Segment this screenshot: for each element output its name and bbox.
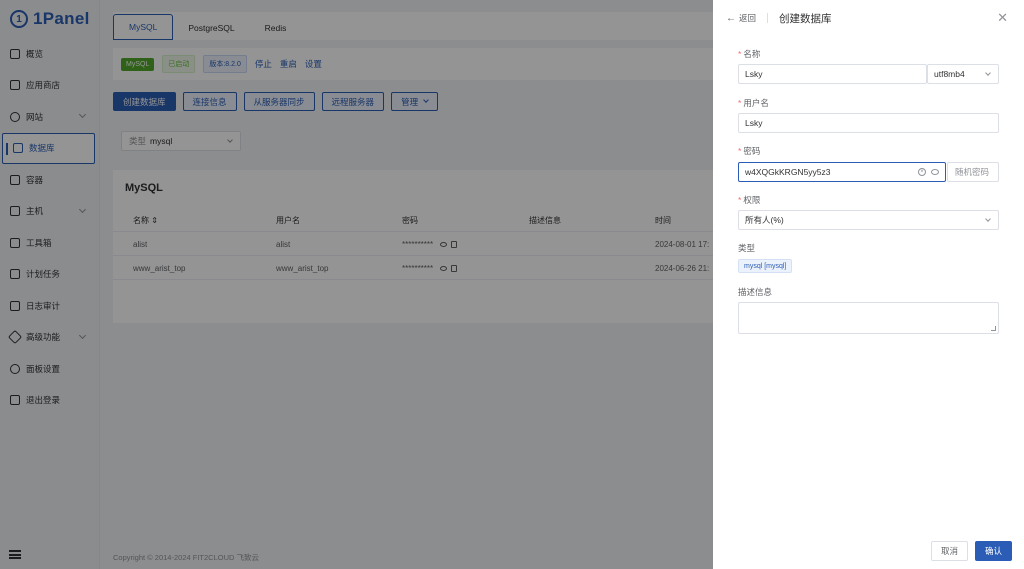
name-label-text: 名称 bbox=[743, 49, 761, 59]
password-label-text: 密码 bbox=[743, 146, 761, 156]
header-divider bbox=[767, 13, 768, 23]
type-badge: mysql [mysql] bbox=[738, 259, 793, 273]
username-label: * 用户名 bbox=[738, 98, 769, 108]
name-input[interactable]: Lsky bbox=[738, 64, 927, 84]
chevron-down-icon bbox=[985, 70, 991, 76]
clear-icon[interactable]: × bbox=[918, 168, 926, 176]
password-value: w4XQGkKRGN5yy5z3 bbox=[745, 167, 831, 177]
create-database-drawer: ← 返回 创建数据库 ✕ * 名称 Lsky utf8mb4 * 用户名 Lsky *… bbox=[713, 0, 1024, 569]
permission-label-text: 权限 bbox=[743, 195, 761, 205]
name-label: * 名称 bbox=[738, 49, 761, 59]
charset-value: utf8mb4 bbox=[934, 69, 965, 79]
back-button[interactable]: ← 返回 bbox=[726, 12, 756, 24]
close-icon[interactable]: ✕ bbox=[997, 10, 1008, 26]
eye-icon[interactable] bbox=[931, 169, 939, 175]
resize-handle-icon[interactable] bbox=[991, 326, 996, 331]
confirm-button[interactable]: 确认 bbox=[975, 541, 1013, 561]
password-label: * 密码 bbox=[738, 146, 761, 156]
chevron-down-icon bbox=[985, 216, 991, 222]
username-input[interactable]: Lsky bbox=[738, 113, 999, 133]
back-label: 返回 bbox=[739, 13, 757, 23]
permission-label: * 权限 bbox=[738, 195, 761, 205]
password-input[interactable]: w4XQGkKRGN5yy5z3 × bbox=[738, 162, 946, 182]
description-label: 描述信息 bbox=[738, 287, 773, 297]
permission-select[interactable]: 所有人(%) bbox=[738, 210, 999, 230]
description-textarea[interactable] bbox=[738, 302, 999, 334]
arrow-left-icon: ← bbox=[726, 12, 736, 24]
drawer-title: 创建数据库 bbox=[779, 13, 832, 25]
charset-select[interactable]: utf8mb4 bbox=[927, 64, 999, 84]
modal-overlay[interactable] bbox=[0, 0, 713, 569]
cancel-button[interactable]: 取消 bbox=[931, 541, 969, 561]
type-label: 类型 bbox=[738, 243, 756, 253]
permission-value: 所有人(%) bbox=[745, 215, 784, 225]
random-password-button[interactable]: 随机密码 bbox=[947, 162, 999, 182]
username-label-text: 用户名 bbox=[743, 98, 769, 108]
